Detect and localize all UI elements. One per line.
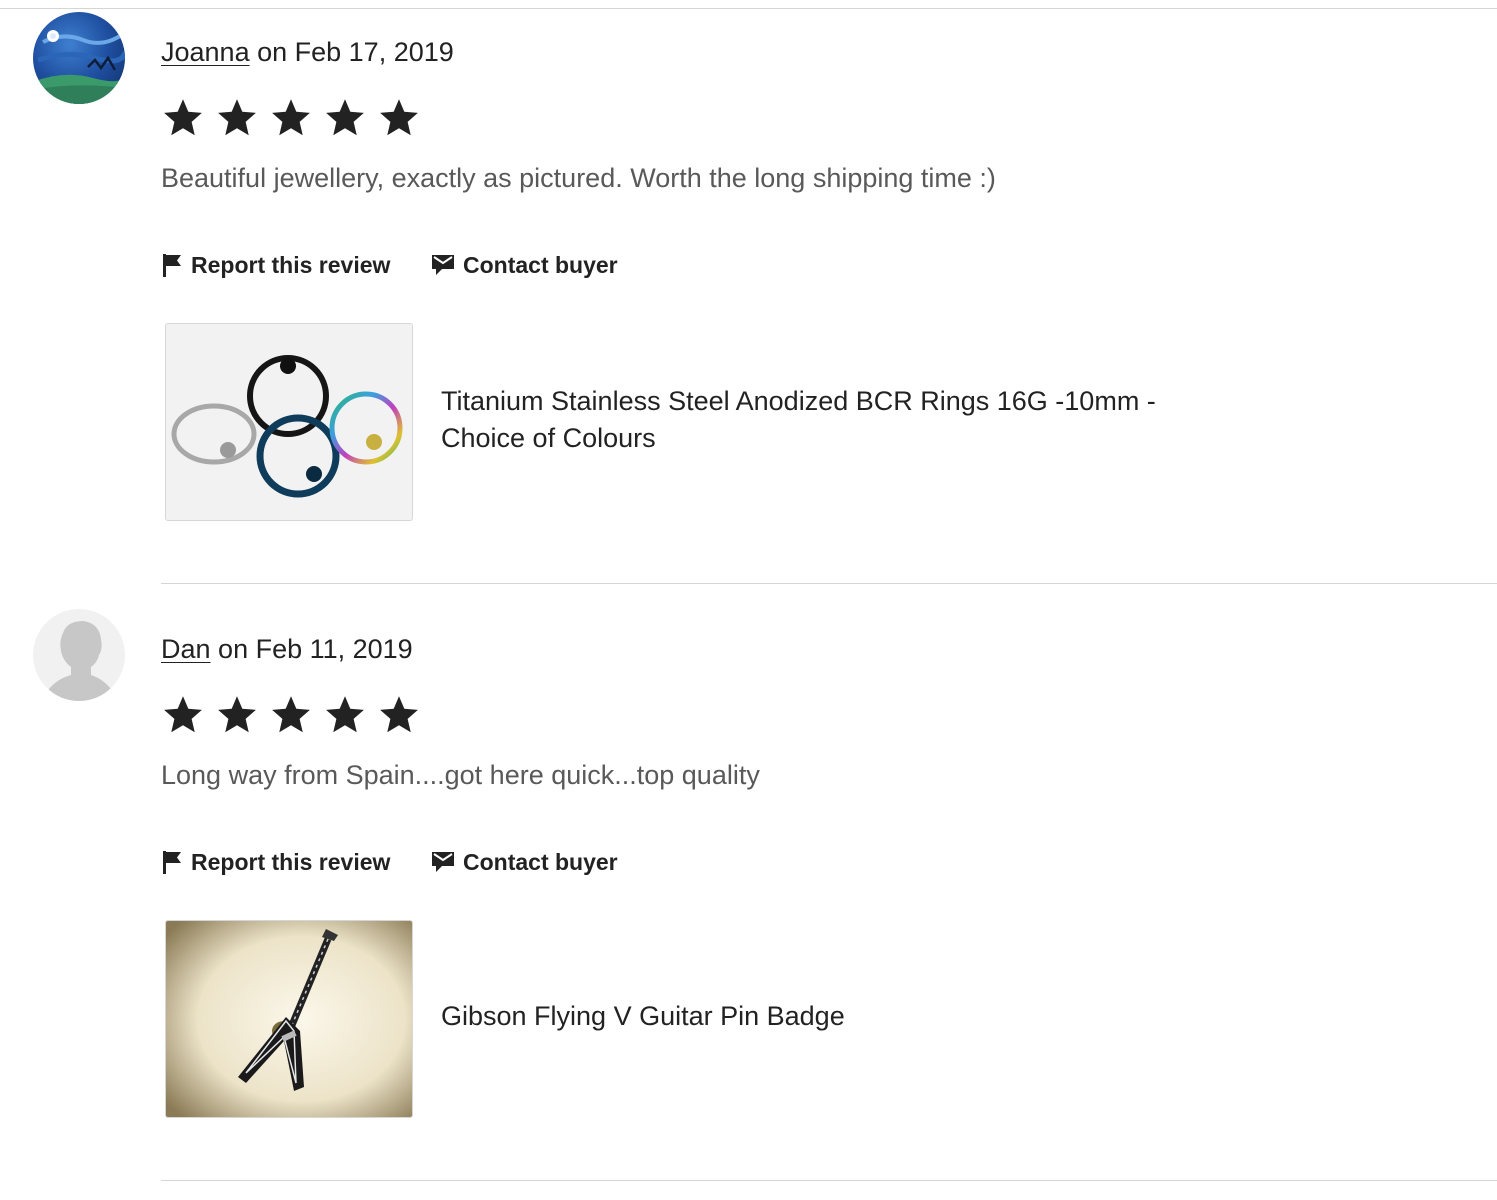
review-date: on Feb 11, 2019 [218, 634, 413, 664]
star-icon [272, 99, 310, 136]
report-review-label: Report this review [191, 848, 391, 875]
listing-thumbnail[interactable] [165, 920, 413, 1118]
review-date: on Feb 17, 2019 [257, 37, 454, 67]
contact-buyer-label: Contact buyer [463, 251, 618, 278]
star-icon [218, 99, 256, 136]
star-icon [326, 696, 364, 733]
contact-buyer-label: Contact buyer [463, 848, 618, 875]
rings-thumbnail-icon [166, 324, 412, 520]
review-meta: Joanna on Feb 17, 2019 [161, 34, 454, 70]
top-divider [0, 8, 1497, 9]
flag-icon [163, 254, 181, 277]
review-meta: Dan on Feb 11, 2019 [161, 631, 413, 667]
star-icon [380, 99, 418, 136]
guitar-pin-thumbnail-icon [166, 921, 412, 1117]
review-text: Long way from Spain....got here quick...… [161, 760, 760, 790]
flag-icon [163, 851, 181, 874]
reviewer-avatar[interactable] [33, 609, 125, 701]
contact-buyer-button[interactable]: Contact buyer [431, 849, 618, 876]
reviewer-name-link[interactable]: Dan [161, 634, 211, 664]
review-actions: Report this review Contact buyer [161, 845, 618, 879]
star-icon [326, 99, 364, 136]
listing-title-link[interactable]: Titanium Stainless Steel Anodized BCR Ri… [441, 383, 1221, 457]
star-icon [164, 696, 202, 733]
listing-thumbnail[interactable] [165, 323, 413, 521]
reviews-page: Joanna on Feb 17, 2019 Beautiful jewelle… [0, 0, 1497, 1200]
user-silhouette-icon [33, 609, 125, 701]
report-review-button[interactable]: Report this review [161, 849, 431, 876]
review-text: Beautiful jewellery, exactly as pictured… [161, 163, 996, 193]
listing-title-link[interactable]: Gibson Flying V Guitar Pin Badge [441, 998, 1221, 1035]
review-divider [161, 583, 1497, 584]
report-review-label: Report this review [191, 251, 391, 278]
review-divider [161, 1180, 1497, 1181]
star-rating [161, 693, 421, 737]
star-icon [272, 696, 310, 733]
contact-buyer-button[interactable]: Contact buyer [431, 252, 618, 279]
message-icon [432, 255, 454, 275]
star-icon [218, 696, 256, 733]
star-icon [380, 696, 418, 733]
star-rating [161, 96, 421, 140]
star-icon [164, 99, 202, 136]
report-review-button[interactable]: Report this review [161, 252, 431, 279]
message-icon [432, 852, 454, 872]
reviewer-name-link[interactable]: Joanna [161, 37, 250, 67]
review-actions: Report this review Contact buyer [161, 248, 618, 282]
reviewer-avatar[interactable] [33, 12, 125, 104]
